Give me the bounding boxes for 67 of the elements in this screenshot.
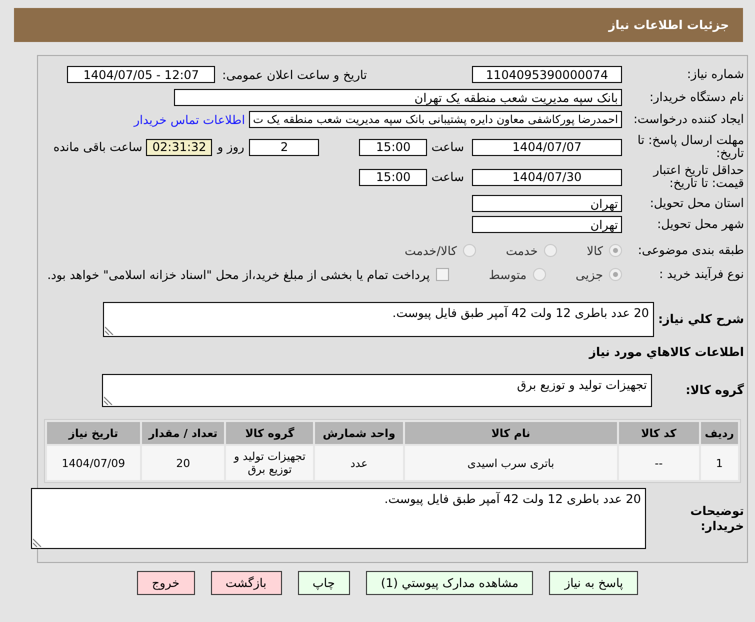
countdown-label: ساعت باقی مانده: [53, 140, 142, 154]
text-area[interactable]: 20 عدد باطری 12 ولت 42 آمپر طبق فایل پیوست.: [103, 302, 654, 337]
table-cell: 1: [700, 446, 738, 480]
input-field[interactable]: 2: [249, 138, 320, 156]
input-field[interactable]: 15:00: [359, 138, 428, 156]
page-title-bar: جزئیات اطلاعات نیاز: [14, 8, 743, 42]
radio-label: کالا/خدمت: [404, 244, 457, 258]
text-area[interactable]: تجهیزات تولید و توزیع برق: [102, 374, 652, 407]
field-label: مهلت ارسال پاسخ: تا تاریخ:: [636, 134, 744, 160]
action-button[interactable]: خروج: [136, 571, 194, 595]
table-cell: --: [618, 446, 699, 480]
field-label: توضیحات خریدار:: [689, 504, 744, 534]
radio-label: کالا: [586, 244, 603, 258]
resize-grip-icon[interactable]: [104, 396, 113, 405]
field-label: تاریخ و ساعت اعلان عمومی:: [222, 68, 367, 82]
column-header: ردیف: [700, 422, 738, 444]
input-field[interactable]: تهران: [472, 216, 622, 233]
column-header: واحد شمارش: [315, 422, 403, 444]
column-header: کد کالا: [618, 422, 699, 444]
action-button[interactable]: چاپ: [298, 571, 350, 595]
field-label: نوع فرآیند خرید :: [658, 268, 744, 281]
field-label: ساعت: [431, 170, 464, 184]
table-cell: باتری سرب اسیدی: [404, 446, 617, 480]
field-label: نام دستگاه خریدار:: [648, 91, 744, 104]
column-header: نام کالا: [404, 422, 617, 444]
checkbox-label: پرداخت تمام یا بخشی از مبلغ خرید،از محل "اسناد خزانه اسلامی" خواهد بود.: [47, 268, 430, 282]
input-field[interactable]: 1404/07/07: [472, 138, 622, 156]
input-field[interactable]: بانک سپه مدیریت شعب منطقه یک تهران: [174, 89, 622, 106]
column-header: تعداد / مقدار: [142, 422, 224, 444]
field-label: ایجاد کننده درخواست:: [632, 113, 744, 126]
table-cell: 20: [142, 446, 224, 480]
radio-label: جزیی: [576, 268, 603, 282]
input-field[interactable]: تهران: [472, 195, 622, 212]
checkbox[interactable]: [436, 268, 449, 281]
resize-grip-icon[interactable]: [33, 538, 42, 547]
field-label: گروه کالا:: [684, 384, 744, 397]
text-area-value: تجهیزات تولید و توزیع برق: [517, 378, 647, 392]
table-cell: تجهیزات تولید و توزیع برق: [226, 446, 314, 480]
field-label: روز و: [217, 140, 244, 154]
field-label: طبقه بندی موضوعی:: [636, 244, 744, 257]
input-field[interactable]: 1404/07/05 - 12:07: [67, 66, 216, 83]
table-cell: عدد: [315, 446, 403, 480]
table-cell: 1404/07/09: [47, 446, 140, 480]
text-area[interactable]: 20 عدد باطری 12 ولت 42 آمپر طبق فایل پیوست.: [31, 488, 646, 549]
contact-link[interactable]: اطلاعات تماس خریدار: [134, 112, 246, 126]
action-button[interactable]: بازگشت: [210, 571, 282, 595]
radio-label: خدمت: [506, 244, 538, 258]
field-label: ساعت: [431, 140, 464, 154]
column-header: تاریخ نیاز: [47, 422, 140, 444]
input-field[interactable]: 1104095390000074: [472, 66, 622, 83]
text-area-value: 20 عدد باطری 12 ولت 42 آمپر طبق فایل پیوست.: [392, 306, 649, 320]
radio-label: متوسط: [488, 268, 527, 282]
text-area-value: 20 عدد باطری 12 ولت 42 آمپر طبق فایل پیوست.: [384, 492, 641, 506]
field-label: شماره نیاز:: [686, 68, 744, 81]
input-field[interactable]: 15:00: [359, 168, 428, 186]
input-field[interactable]: 02:31:32: [146, 138, 212, 156]
action-button[interactable]: پاسخ به نیاز: [549, 571, 638, 595]
section-heading: اطلاعات کالاهاي مورد نياز: [589, 344, 744, 358]
field-label: استان محل تحویل:: [648, 197, 744, 210]
input-field[interactable]: احمدرضا پورکاشفی معاون دایره پشتیبانی بانک سپه مدیریت شعب منطقه یک ت: [249, 111, 622, 128]
input-field[interactable]: 1404/07/30: [472, 168, 622, 186]
field-label: شرح کلي نياز:: [657, 313, 744, 326]
column-header: گروه کالا: [226, 422, 314, 444]
field-label: حداقل تاریخ اعتبار قیمت: تا تاریخ:: [652, 164, 744, 190]
action-button[interactable]: مشاهده مدارک پیوستي (1): [366, 571, 534, 595]
resize-grip-icon[interactable]: [105, 326, 114, 335]
field-label: شهر محل تحویل:: [656, 218, 744, 231]
